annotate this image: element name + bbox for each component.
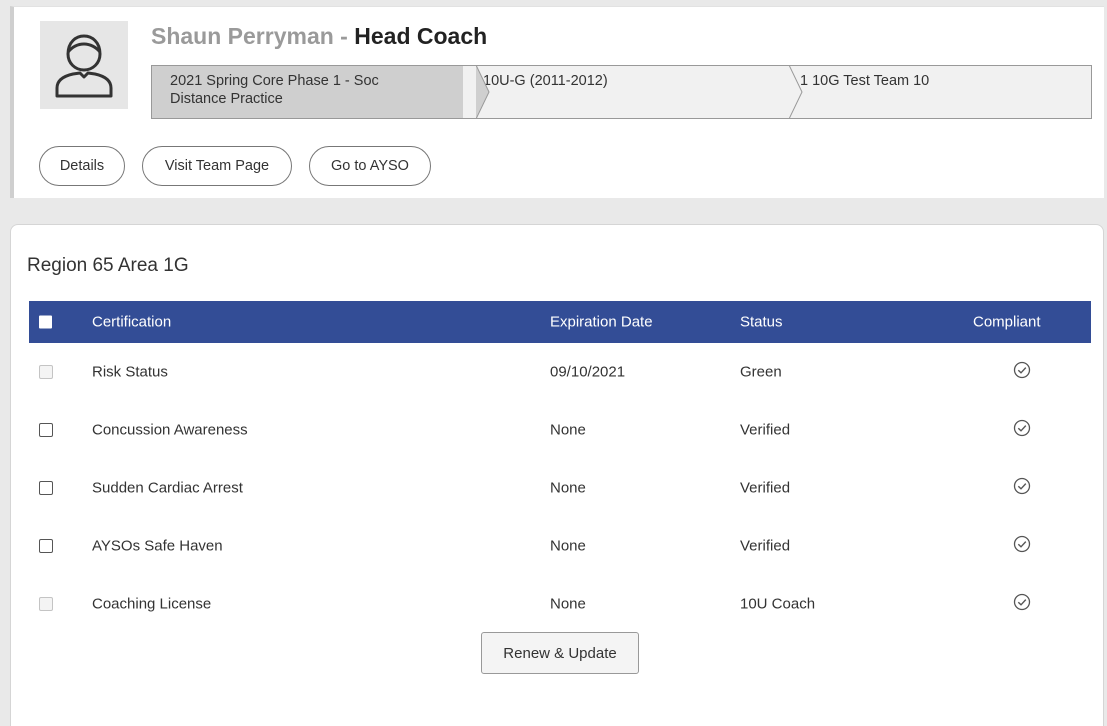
- check-circle-icon: [1013, 419, 1031, 441]
- breadcrumb-line: Distance Practice: [170, 91, 283, 107]
- table-header: Certification Expiration Date Status Com…: [29, 301, 1091, 343]
- coach-header-card: Shaun Perryman - Head Coach 2021 Spring …: [10, 6, 1104, 198]
- select-all-checkbox[interactable]: [39, 315, 52, 329]
- visit-team-page-button[interactable]: Visit Team Page: [142, 146, 292, 186]
- breadcrumb-item-division[interactable]: 10U-G (2011-2012): [463, 66, 803, 118]
- status-value: 10U Coach: [740, 595, 816, 613]
- expiration-date: 09/10/2021: [550, 363, 626, 381]
- certifications-table: Certification Expiration Date Status Com…: [29, 301, 1091, 633]
- table-row: AYSOs Safe Haven None Verified: [29, 517, 1091, 575]
- check-circle-icon: [1013, 593, 1031, 615]
- expiration-date: None: [550, 595, 586, 613]
- row-checkbox: [39, 597, 53, 611]
- certification-name: AYSOs Safe Haven: [92, 537, 223, 555]
- breadcrumb-item-program[interactable]: 2021 Spring Core Phase 1 - Soc Distance …: [152, 66, 490, 118]
- page-title: Shaun Perryman - Head Coach: [151, 23, 487, 50]
- check-circle-icon: [1013, 535, 1031, 557]
- coach-name: Shaun Perryman: [151, 23, 334, 49]
- row-checkbox: [39, 365, 53, 379]
- row-checkbox[interactable]: [39, 481, 53, 495]
- user-outline-icon: [55, 34, 113, 98]
- column-header-compliant[interactable]: Compliant: [973, 314, 1041, 331]
- region-title: Region 65 Area 1G: [27, 255, 189, 276]
- breadcrumb: 2021 Spring Core Phase 1 - Soc Distance …: [151, 65, 1092, 119]
- table-row: Concussion Awareness None Verified: [29, 401, 1091, 459]
- go-to-ayso-button[interactable]: Go to AYSO: [309, 146, 431, 186]
- check-circle-icon: [1013, 361, 1031, 383]
- column-header-expiration[interactable]: Expiration Date: [550, 314, 653, 331]
- row-checkbox[interactable]: [39, 539, 53, 553]
- check-circle-icon: [1013, 477, 1031, 499]
- expiration-date: None: [550, 537, 586, 555]
- breadcrumb-line: 1 10G Test Team 10: [800, 73, 930, 89]
- certification-name: Sudden Cardiac Arrest: [92, 479, 243, 497]
- renew-update-button[interactable]: Renew & Update: [481, 632, 639, 674]
- certifications-card: Region 65 Area 1G Certification Expirati…: [10, 224, 1104, 726]
- coach-role: Head Coach: [354, 23, 488, 49]
- expiration-date: None: [550, 479, 586, 497]
- column-header-certification[interactable]: Certification: [92, 314, 171, 331]
- status-value: Green: [740, 363, 782, 381]
- column-header-status[interactable]: Status: [740, 314, 783, 331]
- table-row: Coaching License None 10U Coach: [29, 575, 1091, 633]
- status-value: Verified: [740, 479, 791, 497]
- certification-name: Risk Status: [92, 363, 168, 381]
- breadcrumb-line: 10U-G (2011-2012): [483, 73, 608, 89]
- name-separator: -: [333, 23, 355, 49]
- table-row: Sudden Cardiac Arrest None Verified: [29, 459, 1091, 517]
- avatar: [40, 21, 128, 109]
- certification-name: Coaching License: [92, 595, 212, 613]
- breadcrumb-item-team[interactable]: 1 10G Test Team 10: [776, 66, 1091, 118]
- details-button[interactable]: Details: [39, 146, 125, 186]
- breadcrumb-line: 2021 Spring Core Phase 1 - Soc: [170, 73, 379, 89]
- status-value: Verified: [740, 421, 791, 439]
- expiration-date: None: [550, 421, 586, 439]
- status-value: Verified: [740, 537, 791, 555]
- row-checkbox[interactable]: [39, 423, 53, 437]
- certification-name: Concussion Awareness: [92, 421, 248, 439]
- table-row: Risk Status 09/10/2021 Green: [29, 343, 1091, 401]
